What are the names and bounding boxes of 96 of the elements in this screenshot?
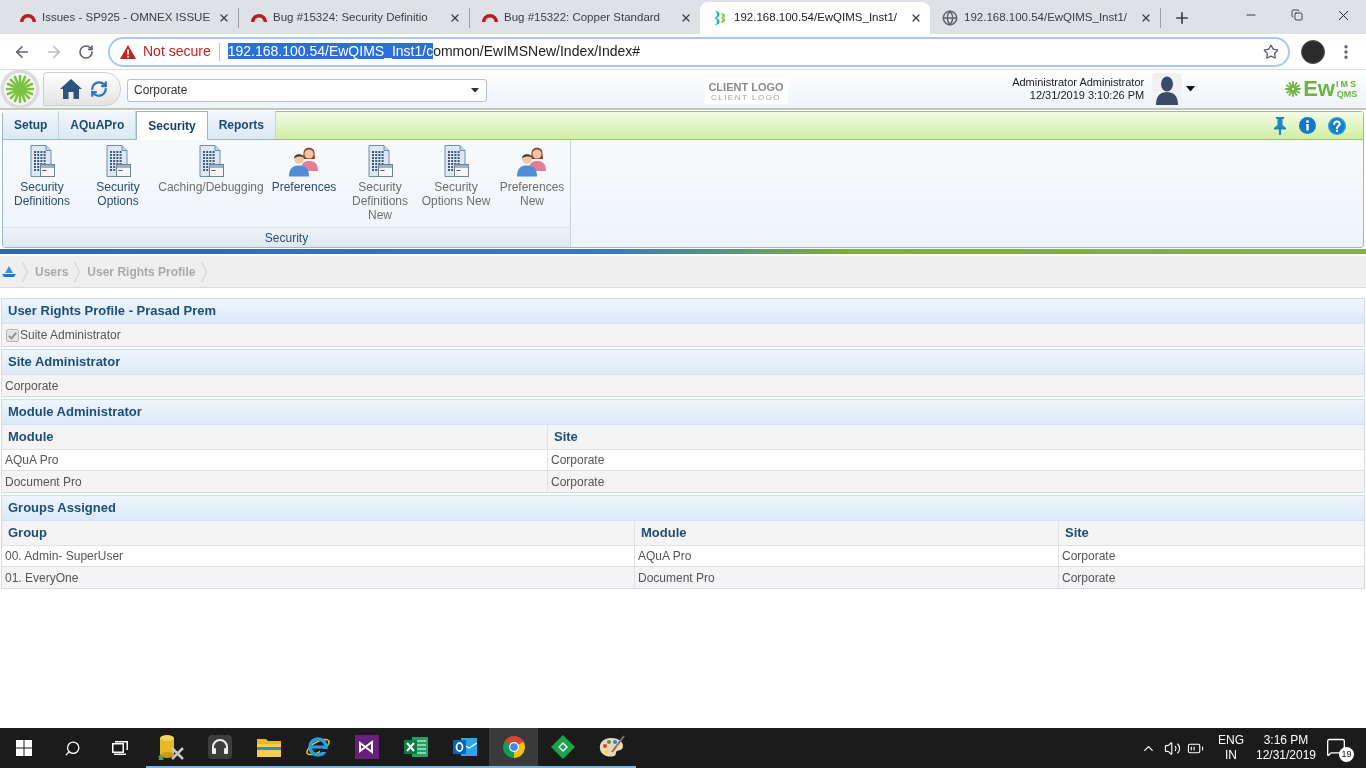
home-icon[interactable] [2, 266, 16, 277]
headset-icon [207, 735, 232, 759]
browser-tab[interactable]: 192.168.100.54/EwQIMS_Inst1/ [930, 2, 1160, 34]
close-icon[interactable] [218, 12, 230, 24]
ribbon-tab[interactable]: Reports [207, 111, 277, 139]
browser-tab[interactable]: Issues - SP925 - OMNEX ISSUE [8, 2, 238, 34]
table-cell: Document Pro [635, 567, 1059, 588]
browser-tab[interactable]: Bug #15322: Copper Standard [470, 2, 700, 34]
logo-text: CLIENT LOGO [708, 80, 784, 93]
browser-icon [304, 735, 331, 759]
clock-date[interactable]: 12/31/2019 [1255, 748, 1317, 763]
column-header: Site [553, 428, 579, 447]
spreadsheet-icon [403, 735, 428, 759]
browser-tab[interactable]: 192.168.100.54/EwQIMS_Inst1/ [700, 2, 930, 34]
chevron-icon [201, 261, 208, 282]
section-header: Site Administrator [2, 350, 1364, 375]
refresh-icon[interactable] [90, 80, 108, 98]
table-cell-text: Corporate [1061, 548, 1117, 565]
arc-icon [482, 14, 498, 22]
loop-tile-icon [354, 735, 379, 759]
logo-text: IMS [1336, 79, 1358, 89]
user-name: Administrator Administrator [1012, 76, 1145, 89]
section-header: Groups Assigned [2, 496, 1364, 521]
restore-icon[interactable] [1291, 9, 1303, 21]
ribbon-group-label: Security [3, 227, 570, 247]
globe-icon [942, 10, 958, 26]
task-view-icon[interactable] [112, 741, 128, 755]
warning-icon [120, 44, 136, 59]
table-cell: AQuA Pro [635, 546, 1059, 566]
ribbon-tab[interactable]: AQuAPro [59, 111, 137, 139]
new-tab-icon[interactable] [1173, 9, 1191, 27]
ribbon-button[interactable]: Security Options [80, 145, 156, 208]
address-bar[interactable]: Not secure 192.168.100.54/EwQIMS_Inst1/common/EwIMSNew/Index/Index# [108, 36, 1290, 67]
section-header: Module Administrator [2, 400, 1364, 425]
people-icon [288, 145, 320, 177]
security-status[interactable]: Not secure [143, 41, 211, 62]
table-cell: AQuA Pro [2, 450, 548, 470]
search-icon[interactable] [63, 739, 81, 757]
table-cell: 00. Admin- SuperUser [2, 546, 635, 566]
column-header: Site [1064, 524, 1090, 543]
ribbon-tab[interactable]: Security [136, 111, 208, 140]
site-select[interactable]: Corporate [127, 78, 487, 102]
column-header: Module [635, 521, 1059, 545]
ribbon-tab[interactable]: Setup [3, 111, 60, 139]
swirl-icon [712, 10, 728, 26]
logo-text: QMS [1336, 88, 1358, 99]
arc-icon [20, 14, 36, 22]
ribbon-button[interactable]: Security Definitions [4, 145, 80, 208]
caret-icon [471, 87, 479, 93]
login-datetime: 12/31/2019 3:10:26 PM [1029, 89, 1145, 102]
close-icon[interactable] [449, 12, 461, 24]
logo-text: Ew [1303, 78, 1335, 100]
chevron-icon [22, 261, 28, 282]
reload-icon[interactable] [78, 43, 94, 60]
table-cell: 01. EveryOne [2, 567, 635, 588]
browser-tab[interactable]: Bug #15324: Security Definitio [239, 2, 469, 34]
table-cell: Document Pro [2, 471, 548, 492]
people-icon [516, 145, 548, 177]
diamond-icon [550, 735, 575, 759]
clock-time[interactable]: 3:16 PM [1263, 733, 1309, 748]
section-header: User Rights Profile - Prasad Prem [2, 299, 1364, 324]
field-value: Corporate [2, 375, 1364, 396]
taskbar-button[interactable] [489, 728, 538, 768]
close-icon[interactable] [1140, 12, 1152, 24]
url-text[interactable]: 192.168.100.54/EwQIMS_Inst1/common/EwIMSNew/Index/Index# [227, 41, 641, 62]
input-region[interactable]: IN [1225, 748, 1237, 763]
info-icon[interactable] [1299, 117, 1316, 134]
sunburst-icon [1285, 81, 1302, 97]
profile-avatar[interactable] [1301, 39, 1325, 64]
notification-badge: 19 [1339, 747, 1354, 762]
table-cell-text: Corporate [550, 473, 606, 491]
start-icon[interactable] [16, 740, 32, 756]
checkbox-label: Suite Administrator [20, 327, 121, 344]
help-icon[interactable] [1328, 116, 1346, 135]
table-cell-text: Corporate [1061, 569, 1117, 587]
column-header: Module [2, 425, 548, 449]
table-cell-text: Corporate [550, 452, 606, 469]
column-header: Group [2, 521, 635, 545]
caret-icon [1186, 86, 1196, 92]
palette-icon [598, 735, 625, 759]
ribbon-button[interactable]: Preferences [266, 145, 342, 194]
database-tool-icon [157, 734, 184, 760]
arc-icon [251, 14, 267, 22]
close-icon[interactable] [680, 12, 692, 24]
home-icon[interactable] [60, 79, 82, 99]
logo-subtitle: CLIENT LOGO [710, 92, 782, 102]
pin-icon[interactable] [1273, 116, 1287, 135]
folder-icon [256, 737, 281, 757]
avatar-icon[interactable] [1152, 73, 1183, 105]
chevron-icon [74, 261, 81, 282]
bookmark-star-icon[interactable] [1263, 43, 1279, 60]
close-icon[interactable] [910, 12, 922, 24]
browser-icon [502, 736, 525, 758]
mail-icon [452, 735, 477, 759]
speaker-icon[interactable] [1164, 739, 1181, 757]
input-language[interactable]: ENG [1218, 733, 1244, 748]
